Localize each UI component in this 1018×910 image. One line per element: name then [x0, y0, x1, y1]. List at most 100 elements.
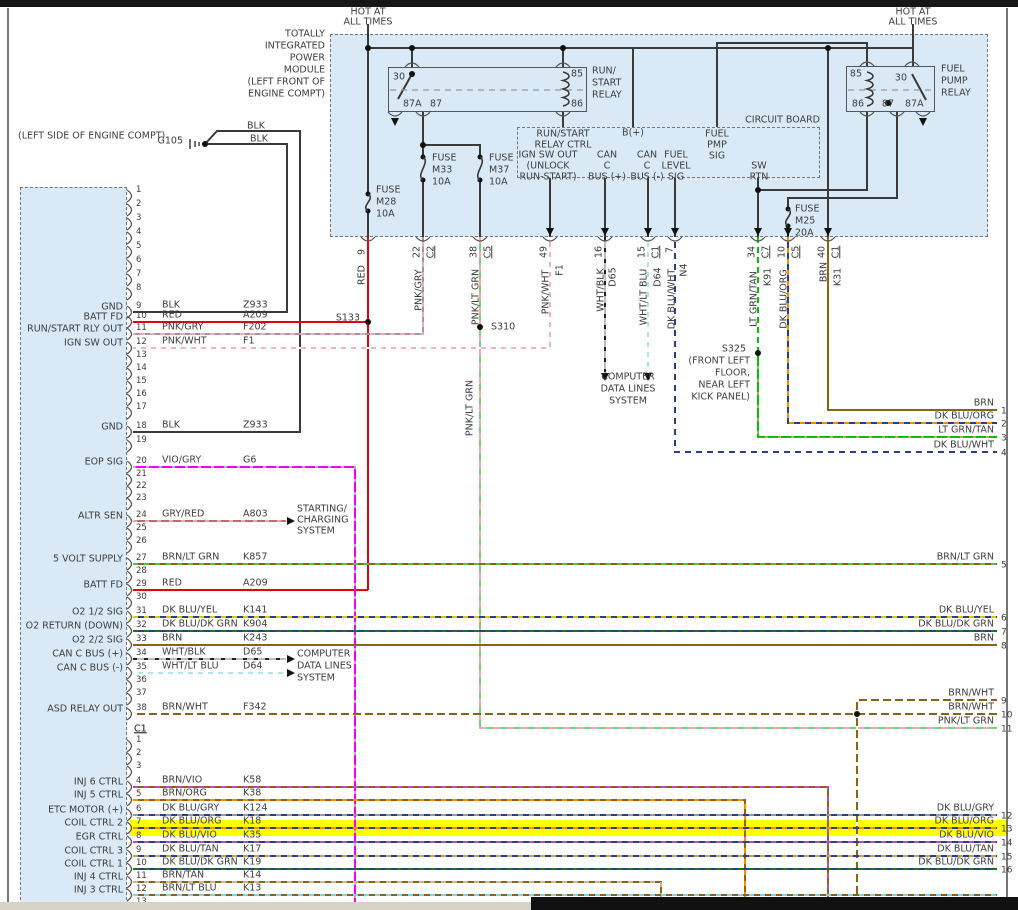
- pin-hook: [126, 327, 133, 341]
- pin-number: 5: [136, 788, 142, 799]
- pin-hook: [126, 287, 133, 301]
- diagram-label: C1: [650, 245, 662, 259]
- pin-number: 14: [136, 362, 147, 373]
- diagram-label: C: [603, 160, 611, 172]
- diagram-label: LEVEL: [661, 160, 691, 172]
- pin-hook: [126, 540, 133, 554]
- diagram-label: 10A: [376, 208, 395, 220]
- diagram-label: PNK/WHT: [540, 269, 552, 315]
- arrow-icon: [644, 228, 652, 236]
- wire-number-label: 10: [1001, 710, 1013, 721]
- wire-number-label: 15: [1001, 852, 1013, 863]
- pin-number: 4: [136, 775, 142, 786]
- diagram-label: M25: [795, 215, 816, 227]
- wire-number-label: 7: [1001, 627, 1007, 638]
- pin-hook: [126, 231, 133, 245]
- circuit-code-label: G6: [243, 454, 257, 466]
- pin-number: 36: [136, 674, 147, 685]
- diagram-label: FUEL: [664, 149, 688, 161]
- pin-number: 11: [136, 322, 147, 333]
- pin-hook: [126, 473, 133, 487]
- pin-number: 29: [136, 578, 147, 589]
- diagram-label: C7: [760, 245, 772, 259]
- diagram-label: RTN: [749, 171, 769, 183]
- pin-number: 28: [136, 565, 147, 576]
- diagram-label: 85: [571, 68, 584, 80]
- circuit-code-label: F202: [243, 321, 267, 333]
- junction-dot: [755, 187, 761, 193]
- circuit-code-label: Z933: [243, 419, 268, 431]
- pin-number: 10: [136, 310, 147, 321]
- wire-color-label: BRN/TAN: [162, 869, 205, 881]
- diagram-label: CAN: [596, 149, 618, 161]
- arrow-icon: [391, 118, 399, 126]
- pin-signal-name: COIL CTRL 1: [64, 858, 123, 870]
- pin-hook: [126, 793, 133, 807]
- wire-number-label: 8: [1001, 641, 1007, 652]
- diagram-label: 22: [411, 245, 423, 259]
- circuit-code-label: A209: [243, 309, 268, 321]
- diagram-label: C5: [790, 245, 802, 259]
- arrow-icon: [824, 228, 832, 236]
- pin-signal-name: EOP SIG: [84, 456, 123, 468]
- pin-hook: [126, 393, 133, 407]
- pin-number: 18: [136, 420, 147, 431]
- wire-color-label: LT GRN/TAN: [938, 424, 994, 436]
- pin-number: 32: [136, 619, 147, 630]
- pin-signal-name: ETC MOTOR (+): [48, 804, 123, 816]
- diagram-label: RUN/START: [536, 128, 590, 140]
- circuit-code-label: K35: [243, 829, 262, 841]
- wire-number-label: 6: [1001, 613, 1007, 624]
- diagram-label: ENGINE COMPT): [248, 88, 325, 100]
- arrow-icon: [754, 228, 762, 236]
- pin-hook: [126, 835, 133, 849]
- pin-number: 27: [136, 552, 147, 563]
- pin-signal-name: INJ 3 CTRL: [73, 884, 123, 896]
- diagram-label: FUSE: [489, 152, 514, 164]
- pin-hook: [126, 624, 133, 638]
- diagram-label: 10: [776, 245, 788, 259]
- wire: [911, 73, 927, 101]
- pin-hook: [126, 514, 133, 528]
- pin-hook: [126, 739, 133, 753]
- junction-dot: [365, 319, 371, 325]
- wire-color-label: DK BLU/DK GRN: [162, 618, 238, 630]
- pin-hook: [126, 692, 133, 706]
- pin-hook: [126, 354, 133, 368]
- wire-color-label: GRY/RED: [162, 508, 205, 520]
- circuit-code-label: A803: [243, 508, 268, 520]
- diagram-label: ALL TIMES: [343, 16, 393, 28]
- diagram-label: START: [592, 77, 622, 89]
- diagram-label: 87A: [403, 98, 422, 110]
- diagram-label: 87: [881, 98, 894, 110]
- diagram-label: DK BLU/ORG: [778, 269, 790, 329]
- arrow-icon: [287, 669, 295, 677]
- diagram-label: (UNLOCK: [526, 160, 570, 172]
- circuit-code-label: K14: [243, 869, 262, 881]
- diagram-label: SW: [751, 160, 767, 172]
- pin-number: 9: [136, 300, 142, 311]
- pin-signal-name: ALTR SEN: [77, 510, 123, 522]
- diagram-label: FLOOR,: [715, 367, 750, 379]
- pin-hook: [126, 189, 133, 203]
- diagram-label: 7: [664, 246, 676, 254]
- wire-color-label: RED: [162, 309, 182, 321]
- pin-hook: [126, 425, 133, 439]
- pin-hook: [126, 217, 133, 231]
- wire-color-label: BRN: [973, 397, 994, 409]
- wire-color-label: DK BLU/YEL: [938, 604, 994, 616]
- pin-number: 33: [136, 633, 147, 644]
- connector-label: C1: [134, 723, 147, 735]
- wire-color-label: DK BLU/ORG: [934, 410, 995, 422]
- diagram-label: DATA LINES: [600, 383, 656, 395]
- arrow-icon: [287, 655, 295, 663]
- pin-signal-name: EGR CTRL: [75, 831, 123, 843]
- pin-hook: [126, 638, 133, 652]
- diagram-label: PUMP: [941, 75, 968, 87]
- arrow-icon: [671, 228, 679, 236]
- diagram-label: COMPUTER: [297, 648, 351, 660]
- wire-color-label: BRN/WHT: [948, 701, 994, 713]
- diagram-label: 30: [894, 72, 907, 84]
- diagram-label: MODULE: [283, 64, 325, 76]
- diagram-label: 86: [571, 98, 584, 110]
